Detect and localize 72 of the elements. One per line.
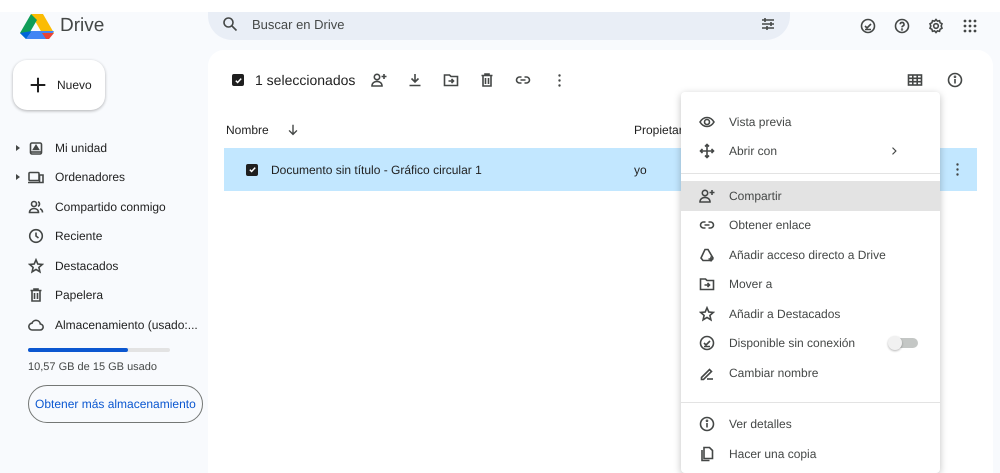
shortcut-icon — [699, 246, 715, 263]
eye-icon — [699, 114, 715, 130]
menu-item[interactable]: Compartir — [681, 181, 940, 210]
add-person-icon — [699, 188, 715, 204]
menu-item[interactable]: Mover a — [681, 270, 940, 299]
column-header[interactable]: Nombre — [226, 123, 269, 137]
toggle-switch[interactable] — [888, 336, 918, 350]
copy-icon — [699, 446, 715, 462]
file-name: Documento sin título - Gráfico circular 1 — [271, 162, 483, 176]
drive-icon — [28, 140, 44, 156]
search-input[interactable]: Buscar en Drive — [250, 16, 748, 32]
menu-item[interactable]: Vista previa — [681, 107, 940, 136]
settings-icon — [928, 18, 944, 34]
move-to-folder-icon — [443, 72, 460, 88]
download-icon — [407, 72, 424, 88]
expand-arrow-icon[interactable] — [16, 144, 20, 151]
check-circle-icon — [699, 335, 715, 352]
move-to-folder-icon — [699, 276, 715, 292]
toolbar-button[interactable] — [945, 70, 965, 90]
app-name: Drive — [60, 15, 104, 37]
menu-item[interactable]: Hacer una copia — [681, 439, 940, 468]
apps-icon — [962, 18, 978, 34]
drive-logo-icon — [18, 12, 56, 40]
sidebar-item[interactable]: Compartido conmigo — [13, 192, 198, 222]
star-icon — [28, 258, 44, 274]
sort-arrow-icon — [286, 123, 300, 137]
people-icon — [28, 198, 44, 215]
column-header[interactable]: Propietar — [634, 123, 683, 137]
info-icon — [947, 72, 963, 88]
menu-item[interactable]: Añadir acceso directo a Drive — [681, 240, 940, 270]
storage-text: 10,57 GB de 15 GB usado — [28, 360, 158, 372]
expand-arrow-icon[interactable] — [16, 174, 20, 180]
sidebar-item[interactable]: Almacenamiento (usado:... — [13, 310, 198, 340]
more-icon — [558, 74, 561, 86]
checkmark-icon — [248, 165, 256, 174]
clock-icon — [28, 228, 44, 244]
sidebar-item[interactable]: Papelera — [13, 280, 198, 310]
add-person-icon — [371, 72, 388, 88]
trash-icon — [28, 287, 44, 304]
menu-item[interactable]: Cambiar nombre — [681, 358, 940, 388]
filter-icon — [760, 16, 776, 32]
checkbox[interactable] — [246, 164, 258, 176]
menu-item[interactable]: Ver detalles — [681, 410, 940, 439]
sidebar-item[interactable]: Reciente — [13, 222, 198, 251]
get-storage-button[interactable]: Obtener más almacenamiento — [28, 384, 203, 422]
trash-icon — [479, 72, 496, 88]
more-icon — [956, 163, 958, 176]
sidebar-item[interactable]: Mi unidad — [13, 133, 198, 162]
owner-cell-text: yo — [634, 162, 648, 176]
selection-count: 1 seleccionados — [255, 72, 356, 88]
menu-item[interactable]: Obtener enlace — [681, 210, 940, 240]
help-icon — [894, 18, 910, 34]
four-arrows-icon — [699, 143, 715, 160]
computer-icon — [28, 169, 44, 186]
checkmark-icon — [234, 76, 242, 84]
toolbar-button[interactable] — [858, 16, 878, 36]
search-field[interactable]: Buscar en Drive — [208, 12, 790, 40]
search-icon — [222, 16, 238, 32]
toolbar-button[interactable] — [926, 16, 946, 36]
sidebar-item[interactable]: Destacados — [13, 251, 198, 280]
checkbox[interactable] — [232, 74, 244, 86]
menu-item[interactable]: Disponible sin conexión — [681, 328, 940, 358]
info-icon — [699, 416, 715, 432]
grid-view-icon — [907, 72, 923, 88]
star-icon — [699, 306, 715, 322]
new-button[interactable]: Nuevo — [13, 60, 105, 110]
cloud-icon — [28, 316, 44, 333]
toolbar-button[interactable] — [892, 16, 912, 36]
check-circle-icon — [860, 18, 876, 34]
plus-icon — [29, 76, 47, 94]
menu-item[interactable]: Añadir a Destacados — [681, 299, 940, 328]
sidebar-item[interactable]: Ordenadores — [13, 162, 198, 192]
